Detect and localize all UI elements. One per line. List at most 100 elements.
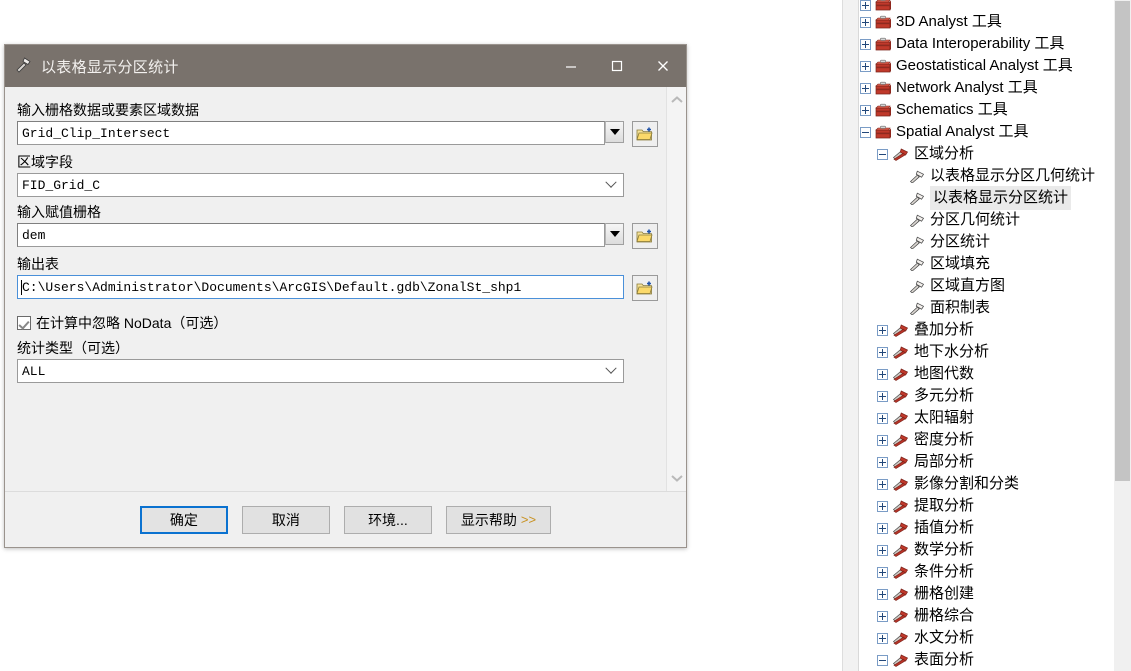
tree-item[interactable]: 区域分析 (860, 143, 1113, 165)
tree-item[interactable]: 以表格显示分区几何统计 (860, 165, 1113, 187)
tree-item[interactable]: 面积制表 (860, 297, 1113, 319)
tree-item[interactable]: 影像分割和分类 (860, 473, 1113, 495)
input-zone-data-field[interactable]: Grid_Clip_Intersect (17, 121, 605, 145)
expand-plus-icon[interactable] (877, 390, 888, 402)
expand-plus-icon[interactable] (860, 60, 871, 72)
tree-item[interactable]: Spatial Analyst 工具 (860, 121, 1113, 143)
minimize-icon[interactable] (548, 45, 594, 87)
tree-item-label: 区域分析 (914, 145, 975, 162)
output-table-field[interactable]: C:\Users\Administrator\Documents\ArcGIS\… (17, 275, 624, 299)
expand-plus-icon[interactable] (877, 324, 888, 336)
expand-plus-icon[interactable] (877, 368, 888, 380)
input-value-raster-field[interactable]: dem (17, 223, 605, 247)
tree-item-label: 栅格创建 (914, 585, 975, 602)
input-value-raster-dropdown-button[interactable] (605, 223, 624, 245)
label-statistics-type: 统计类型（可选） (17, 340, 129, 356)
ignore-nodata-checkbox[interactable] (17, 316, 31, 330)
dialog-scrollbar[interactable] (666, 87, 686, 491)
tree-item[interactable]: 分区统计 (860, 231, 1113, 253)
tree-item[interactable]: 表面分析 (860, 649, 1113, 671)
tool-icon (909, 258, 925, 271)
ok-button[interactable]: 确定 (139, 505, 228, 534)
toolset-icon (892, 148, 909, 161)
collapse-minus-icon[interactable] (877, 654, 888, 666)
ignore-nodata-checkbox-row[interactable]: 在计算中忽略 NoData（可选） (17, 313, 658, 333)
expand-plus-icon[interactable] (860, 104, 871, 116)
statistics-type-select[interactable]: ALL (17, 359, 624, 383)
tree-item[interactable]: 叠加分析 (860, 319, 1113, 341)
expand-plus-icon[interactable] (877, 522, 888, 534)
tree-item[interactable] (860, 0, 1113, 11)
input-zone-data-browse-button[interactable] (632, 121, 658, 147)
tree-item-label: Data Interoperability 工具 (896, 35, 1065, 52)
expand-plus-icon[interactable] (877, 632, 888, 644)
scroll-down-icon[interactable] (667, 467, 687, 489)
dialog-titlebar[interactable]: 以表格显示分区统计 (5, 45, 686, 87)
expand-plus-icon[interactable] (877, 346, 888, 358)
tree-item-label: 局部分析 (914, 453, 975, 470)
expand-plus-icon[interactable] (877, 544, 888, 556)
tree-item-label: Geostatistical Analyst 工具 (896, 57, 1073, 74)
tree-item[interactable]: 插值分析 (860, 517, 1113, 539)
tree-item[interactable]: 太阳辐射 (860, 407, 1113, 429)
output-table-browse-button[interactable] (632, 275, 658, 301)
expand-plus-icon[interactable] (860, 82, 871, 94)
tree-item[interactable]: 提取分析 (860, 495, 1113, 517)
tree-item[interactable]: 地下水分析 (860, 341, 1113, 363)
tree-item[interactable]: 3D Analyst 工具 (860, 11, 1113, 33)
expand-plus-icon[interactable] (877, 610, 888, 622)
tree-item-label: 3D Analyst 工具 (896, 13, 1002, 30)
toolbox-icon (875, 0, 891, 11)
tree-item[interactable]: 区域直方图 (860, 275, 1113, 297)
tree-scrollbar[interactable] (1114, 0, 1131, 671)
tree-scrollbar-thumb[interactable] (1115, 1, 1130, 481)
tree-item[interactable]: 水文分析 (860, 627, 1113, 649)
toolset-icon (892, 566, 909, 579)
tree-item[interactable]: 以表格显示分区统计 (860, 186, 1113, 210)
expand-plus-icon[interactable] (877, 500, 888, 512)
tree-item[interactable]: 栅格综合 (860, 605, 1113, 627)
tree-item[interactable]: 区域填充 (860, 253, 1113, 275)
tree-item[interactable]: 局部分析 (860, 451, 1113, 473)
tool-icon (909, 192, 925, 205)
expand-plus-icon[interactable] (877, 412, 888, 424)
expand-plus-icon[interactable] (877, 588, 888, 600)
tree-item-label: 分区统计 (930, 233, 991, 250)
toolset-icon (892, 588, 909, 601)
input-zone-data-dropdown-button[interactable] (605, 121, 624, 143)
scroll-up-icon[interactable] (667, 89, 687, 111)
expand-plus-icon[interactable] (877, 456, 888, 468)
expand-plus-icon[interactable] (860, 0, 871, 11)
close-icon[interactable] (640, 45, 686, 87)
zonal-statistics-dialog: 以表格显示分区统计 输入栅格数据或要素区域数据 Grid_Clip_Inters… (4, 44, 687, 548)
tree-item[interactable]: Geostatistical Analyst 工具 (860, 55, 1113, 77)
expand-plus-icon[interactable] (877, 566, 888, 578)
tree-item[interactable]: 地图代数 (860, 363, 1113, 385)
expand-plus-icon[interactable] (860, 38, 871, 50)
tree-item[interactable]: 栅格创建 (860, 583, 1113, 605)
tree-item[interactable]: 分区几何统计 (860, 209, 1113, 231)
toolset-icon (892, 632, 909, 645)
show-help-button[interactable]: 显示帮助 >> (445, 505, 552, 534)
tree-item[interactable]: 多元分析 (860, 385, 1113, 407)
toolset-icon (892, 368, 909, 381)
zone-field-select[interactable]: FID_Grid_C (17, 173, 624, 197)
cancel-button[interactable]: 取消 (241, 505, 330, 534)
expand-plus-icon[interactable] (877, 478, 888, 490)
open-folder-icon (636, 229, 653, 243)
tree-item[interactable]: 密度分析 (860, 429, 1113, 451)
collapse-minus-icon[interactable] (877, 148, 888, 160)
input-value-raster-browse-button[interactable] (632, 223, 658, 249)
tree-item[interactable]: Schematics 工具 (860, 99, 1113, 121)
toolset-icon (892, 324, 909, 337)
environments-button[interactable]: 环境... (343, 505, 432, 534)
maximize-icon[interactable] (594, 45, 640, 87)
expand-plus-icon[interactable] (860, 16, 871, 28)
tree-item[interactable]: Network Analyst 工具 (860, 77, 1113, 99)
collapse-minus-icon[interactable] (860, 126, 871, 138)
tree-item[interactable]: 数学分析 (860, 539, 1113, 561)
expand-plus-icon[interactable] (877, 434, 888, 446)
tree-item[interactable]: 条件分析 (860, 561, 1113, 583)
tree-item[interactable]: Data Interoperability 工具 (860, 33, 1113, 55)
